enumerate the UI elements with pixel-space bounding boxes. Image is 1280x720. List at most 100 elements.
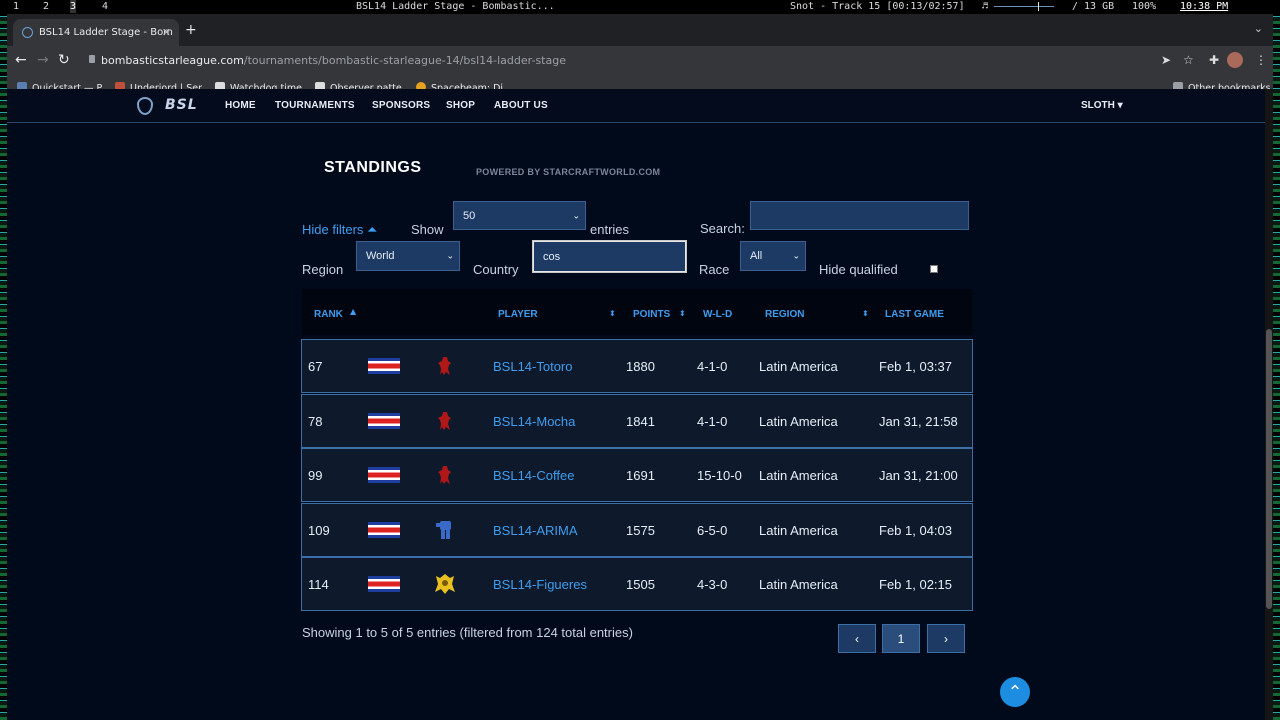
workspace-2[interactable]: 2: [43, 0, 49, 13]
player-link[interactable]: BSL14-Coffee: [493, 468, 574, 483]
page-1-button[interactable]: 1: [882, 624, 920, 653]
sort-asc-icon[interactable]: ▲: [350, 307, 356, 316]
send-icon[interactable]: ➤: [1161, 53, 1171, 67]
back-icon[interactable]: ←: [15, 52, 27, 68]
scroll-to-top-button[interactable]: ⌃: [1000, 677, 1030, 707]
chevron-down-icon: ⌄: [572, 210, 580, 220]
costa-rica-flag-icon: [368, 358, 400, 374]
reload-icon[interactable]: ↻: [58, 52, 70, 68]
table-header: RANK ▲ PLAYER ⬍ POINTS ⬍ W-L-D REGION ⬍ …: [302, 289, 972, 335]
wld-cell: 4-3-0: [697, 577, 728, 592]
rank-cell: 114: [308, 577, 329, 592]
volume-slider[interactable]: [994, 2, 1054, 11]
hide-qualified-checkbox[interactable]: [930, 265, 938, 273]
nav-tournaments[interactable]: TOURNAMENTS: [275, 100, 355, 111]
col-region[interactable]: REGION: [765, 309, 804, 320]
site-navigation: BSL HOME TOURNAMENTS SPONSORS SHOP ABOUT…: [7, 89, 1273, 123]
zerg-race-icon: [434, 409, 456, 433]
col-player[interactable]: PLAYER: [498, 309, 538, 320]
lock-icon[interactable]: [89, 55, 95, 63]
bookmark-star-icon[interactable]: ☆: [1183, 53, 1194, 67]
workspace-4[interactable]: 4: [102, 0, 108, 13]
extensions-icon[interactable]: ✚: [1209, 53, 1219, 67]
bsl-shield-icon[interactable]: [137, 97, 153, 115]
region-cell: Latin America: [759, 414, 838, 429]
hide-filters-link[interactable]: Hide filters ⏶: [302, 222, 377, 238]
col-wld[interactable]: W-L-D: [703, 309, 732, 320]
site-favicon-icon: [22, 27, 33, 38]
col-rank[interactable]: RANK: [314, 309, 343, 320]
nav-home[interactable]: HOME: [225, 100, 256, 111]
col-points[interactable]: POINTS: [633, 309, 670, 320]
wld-cell: 6-5-0: [697, 523, 728, 538]
player-link[interactable]: BSL14-Totoro: [493, 359, 573, 374]
clock: 10:38 PM: [1180, 1, 1229, 12]
battery-level: 100%: [1132, 1, 1157, 12]
entries-label: entries: [590, 222, 630, 237]
next-page-button[interactable]: ›: [927, 624, 965, 653]
player-link[interactable]: BSL14-Figueres: [493, 577, 587, 592]
country-input-value: cos: [543, 250, 561, 263]
region-label: Region: [302, 262, 344, 277]
rank-cell: 78: [308, 414, 323, 429]
tab-bar: BSL14 Ladder Stage - Bom ✕ + ⌄: [7, 14, 1273, 46]
close-tab-icon[interactable]: ✕: [162, 19, 171, 46]
show-entries-select[interactable]: 50 ⌄: [453, 201, 586, 230]
chevron-down-icon: ⌄: [446, 250, 454, 261]
last-game-cell: Jan 31, 21:00: [879, 468, 958, 483]
browser-tab[interactable]: BSL14 Ladder Stage - Bom ✕: [13, 19, 179, 46]
scrollbar-thumb[interactable]: [1266, 329, 1272, 609]
url-text[interactable]: bombasticstarleague.com/tournaments/bomb…: [101, 54, 566, 67]
music-icon: ♬: [982, 1, 989, 12]
table-info: Showing 1 to 5 of 5 entries (filtered fr…: [302, 625, 633, 640]
powered-by[interactable]: POWERED BY STARCRAFTWORLD.COM: [476, 167, 660, 177]
race-select[interactable]: All ⌄: [740, 241, 806, 271]
player-link[interactable]: BSL14-Mocha: [493, 414, 575, 429]
race-label: Race: [699, 262, 730, 277]
window-title: BSL14 Ladder Stage - Bombastic...: [356, 1, 555, 12]
points-cell: 1505: [626, 577, 655, 592]
site-logo[interactable]: BSL: [165, 97, 198, 113]
nav-shop[interactable]: SHOP: [446, 100, 475, 111]
window-manager-bar: 1 2 3 4 BSL14 Ladder Stage - Bombastic..…: [0, 0, 1280, 14]
search-input[interactable]: [750, 201, 969, 230]
user-menu[interactable]: SLOTH ▾: [1081, 100, 1123, 111]
col-last-game[interactable]: LAST GAME: [885, 309, 944, 320]
table-row: 114 BSL14-Figueres 1505 4-3-0 Latin America F…: [301, 557, 973, 611]
points-cell: 1880: [626, 359, 655, 374]
region-select[interactable]: World ⌄: [356, 241, 460, 271]
menu-icon[interactable]: ⋮: [1255, 53, 1267, 67]
costa-rica-flag-icon: [368, 522, 400, 538]
show-entries-value: 50: [463, 209, 476, 222]
nav-sponsors[interactable]: SPONSORS: [372, 100, 430, 111]
tab-search-icon[interactable]: ⌄: [1254, 22, 1263, 35]
sort-both-icon[interactable]: ⬍: [609, 309, 616, 318]
prev-page-button[interactable]: ‹: [838, 624, 876, 653]
chevron-down-icon: ⌄: [792, 250, 800, 261]
forward-icon[interactable]: →: [37, 52, 49, 68]
workspace-3[interactable]: 3: [70, 0, 77, 13]
region-cell: Latin America: [759, 468, 838, 483]
points-cell: 1575: [626, 523, 655, 538]
costa-rica-flag-icon: [368, 413, 400, 429]
region-value: World: [366, 250, 395, 262]
page-title: STANDINGS: [324, 159, 422, 176]
tab-title: BSL14 Ladder Stage - Bom: [39, 27, 173, 38]
profile-avatar[interactable]: [1227, 52, 1243, 68]
sort-both-icon[interactable]: ⬍: [862, 309, 869, 318]
workspace-1[interactable]: 1: [13, 0, 19, 13]
region-cell: Latin America: [759, 577, 838, 592]
player-link[interactable]: BSL14-ARIMA: [493, 523, 578, 538]
new-tab-button[interactable]: +: [185, 22, 197, 38]
country-input[interactable]: cos: [533, 241, 686, 272]
nav-about-us[interactable]: ABOUT US: [494, 100, 548, 111]
costa-rica-flag-icon: [368, 576, 400, 592]
rank-cell: 109: [308, 523, 330, 538]
points-cell: 1841: [626, 414, 655, 429]
zerg-race-icon: [434, 354, 456, 378]
protoss-race-icon: [434, 572, 456, 596]
page-scrollbar[interactable]: [1265, 89, 1273, 720]
url-path: /tournaments/bombastic-starleague-14/bsl…: [243, 54, 566, 67]
sort-both-icon[interactable]: ⬍: [679, 309, 686, 318]
table-row: 67 BSL14-Totoro 1880 4-1-0 Latin America Feb …: [301, 339, 973, 393]
